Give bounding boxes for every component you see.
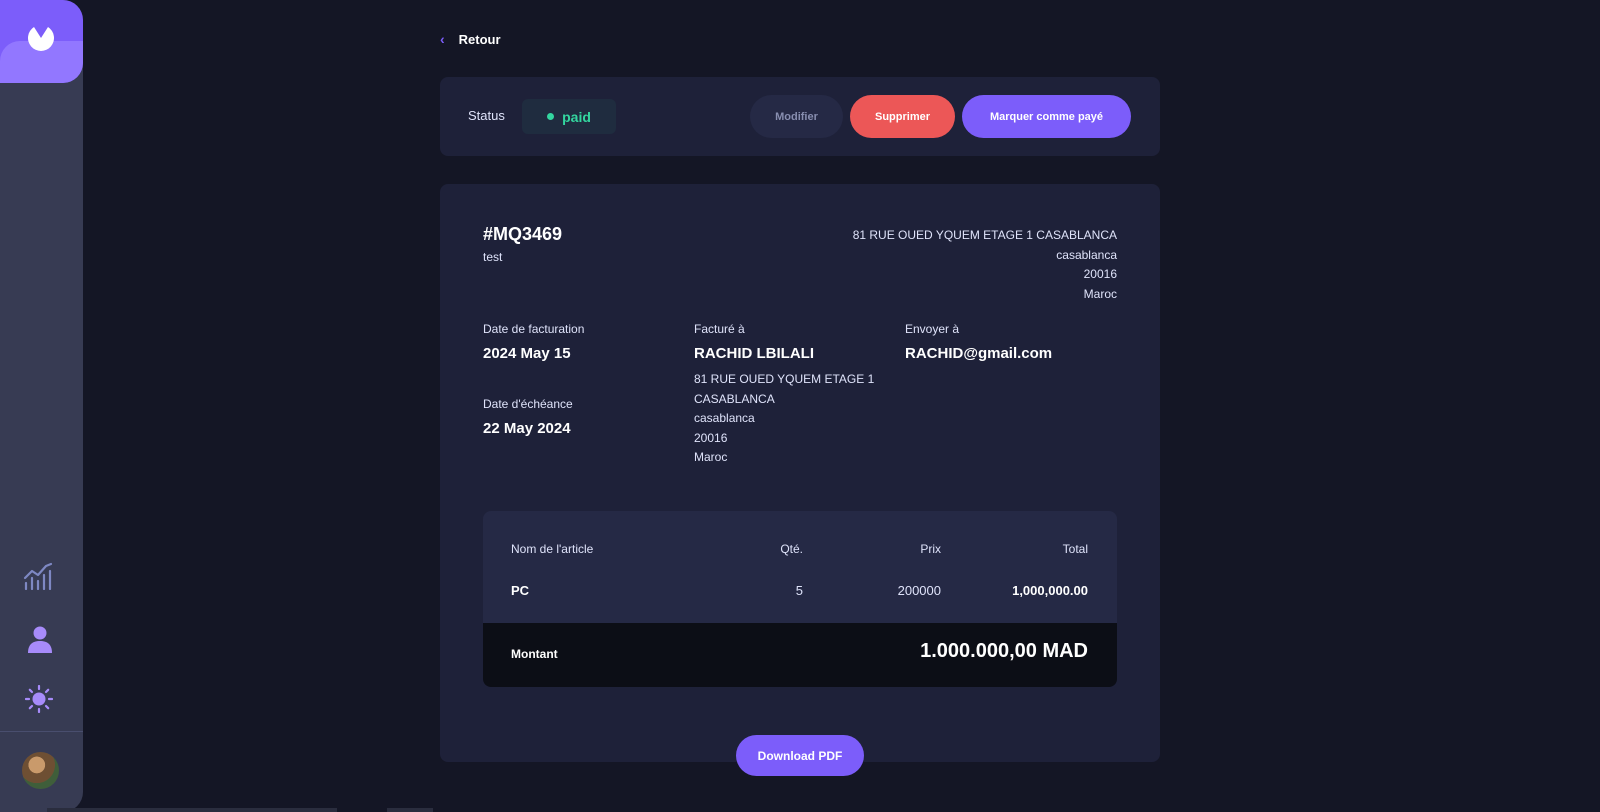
- sender-country: Maroc: [1083, 286, 1117, 301]
- scrollbar-segment: [387, 808, 433, 812]
- back-link[interactable]: ‹ Retour: [440, 31, 501, 47]
- sidebar-divider: [0, 731, 83, 732]
- sidebar: [0, 0, 83, 812]
- sender-city: casablanca: [1056, 247, 1117, 262]
- chevron-left-icon: ‹: [440, 31, 445, 47]
- header-total: Total: [1062, 542, 1088, 556]
- status-bar: Status paid Modifier Supprimer Marquer c…: [440, 77, 1160, 156]
- item-price: 200000: [897, 583, 941, 598]
- header-qty: Qté.: [780, 542, 803, 556]
- invoice-card: #MQ3469 test 81 RUE OUED YQUEM ETAGE 1 C…: [440, 184, 1160, 762]
- edit-button[interactable]: Modifier: [750, 95, 843, 138]
- item-name: PC: [511, 583, 530, 598]
- item-qty: 5: [795, 583, 803, 598]
- invoice-date-label: Date de facturation: [483, 322, 585, 336]
- mark-as-paid-button[interactable]: Marquer comme payé: [962, 95, 1131, 138]
- status-label: Status: [468, 108, 505, 123]
- client-street: 81 RUE OUED YQUEM ETAGE 1 CASABLANCA: [694, 372, 875, 406]
- app-logo[interactable]: [0, 0, 83, 83]
- item-total: 1,000,000.00: [1012, 583, 1088, 598]
- client-email: RACHID@gmail.com: [905, 345, 1053, 362]
- user-avatar[interactable]: [22, 752, 59, 789]
- items-table: Nom de l'article Qté. Prix Total PC 5 20…: [483, 511, 1117, 687]
- sender-address: 81 RUE OUED YQUEM ETAGE 1 CASABLANCA cas…: [853, 226, 1117, 304]
- sender-postcode: 20016: [1083, 267, 1117, 281]
- status-badge: paid: [522, 99, 616, 134]
- amount-label: Montant: [511, 647, 558, 661]
- horizontal-scrollbar[interactable]: [47, 808, 337, 812]
- send-to-label: Envoyer à: [905, 322, 960, 336]
- status-value: paid: [562, 108, 591, 125]
- status-dot-icon: [547, 113, 555, 120]
- user-icon[interactable]: [27, 626, 53, 653]
- bill-to-label: Facturé à: [694, 322, 745, 336]
- delete-button[interactable]: Supprimer: [850, 95, 955, 138]
- back-label: Retour: [458, 31, 501, 47]
- header-item-name: Nom de l'article: [511, 542, 594, 556]
- amount-value: 1.000.000,00 MAD: [920, 640, 1088, 662]
- invoice-date: 2024 May 15: [483, 345, 571, 362]
- amount-due-bar: Montant 1.000.000,00 MAD: [483, 623, 1117, 687]
- client-name: RACHID LBILALI: [694, 345, 814, 362]
- due-date-label: Date d'échéance: [483, 397, 573, 411]
- invoice-description: test: [483, 250, 503, 264]
- client-address: 81 RUE OUED YQUEM ETAGE 1 CASABLANCA cas…: [694, 370, 894, 468]
- sender-street: 81 RUE OUED YQUEM ETAGE 1 CASABLANCA: [852, 228, 1117, 242]
- due-date: 22 May 2024: [483, 420, 571, 437]
- download-pdf-button[interactable]: Download PDF: [736, 735, 864, 776]
- app-logo-icon: [28, 27, 54, 51]
- client-city: casablanca: [694, 411, 755, 425]
- header-price: Prix: [920, 542, 941, 556]
- client-country: Maroc: [694, 450, 728, 464]
- invoice-id: #MQ3469: [483, 224, 563, 244]
- chart-icon[interactable]: [23, 562, 53, 590]
- theme-sun-icon[interactable]: [25, 685, 53, 713]
- client-postcode: 20016: [694, 430, 728, 445]
